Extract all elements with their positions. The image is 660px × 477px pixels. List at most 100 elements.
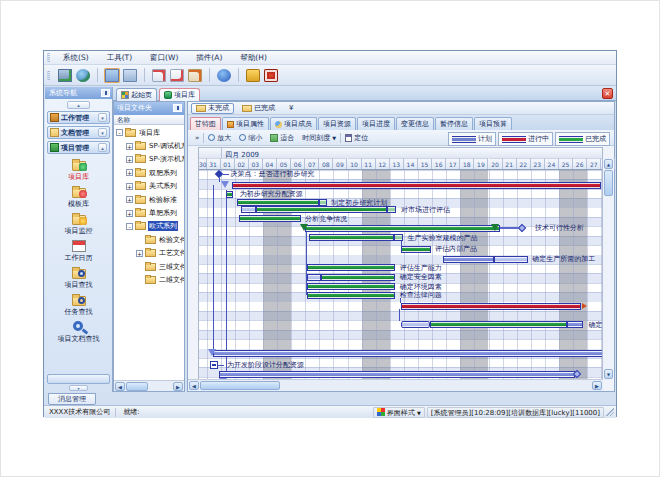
tree-item-6[interactable]: +单肥系列 [114,206,184,219]
gantt-bar[interactable] [307,264,395,271]
tree-item-5[interactable]: +检验标准 [114,193,184,206]
chevron-down-icon[interactable]: ▾ [98,128,107,137]
gantt-tab-1[interactable]: 项目属性 [222,117,269,130]
sidebar-section-1[interactable]: 文档管理▾ [47,126,110,139]
gantt-tab-4[interactable]: 项目进度 [357,117,395,130]
message-management-tab[interactable]: 消息管理 [48,393,96,405]
collapse-icon[interactable]: - [116,129,123,136]
ui-style-button[interactable]: 界面样式 ▼ [373,407,425,418]
gantt-bar[interactable] [226,191,233,198]
gantt-bar[interactable] [387,206,396,213]
scroll-down-icon[interactable]: ▼ [604,369,613,379]
tree-item-9[interactable]: +工艺文件 [114,247,184,260]
menu-item-0[interactable]: 系统(S) [54,53,98,63]
mail-send-icon[interactable] [188,69,202,82]
gantt-tab-6[interactable]: 暂停信息 [435,117,473,130]
sidebar-collapsed-section[interactable] [47,374,110,384]
sidebar-item-5[interactable]: 任务查找 [45,292,112,317]
gantt-bar[interactable] [307,274,321,281]
scroll-right-icon[interactable]: ▶ [592,381,602,390]
scroll-left-icon[interactable]: ◀ [115,382,125,391]
gantt-tab-0[interactable]: 甘特图 [190,117,221,130]
expand-icon[interactable]: + [126,210,133,217]
folder-view-icon[interactable] [123,69,137,82]
doc-tab-1[interactable]: 项目库 [159,88,200,101]
tree-item-2[interactable]: +SP-演示机系 [114,153,184,166]
menu-item-3[interactable]: 插件(A) [187,53,231,63]
gantt-bar[interactable] [305,225,500,232]
sidebar-item-3[interactable]: 工作日历 [45,238,112,263]
milestone-box-icon[interactable] [210,361,218,369]
gantt-bar[interactable] [401,246,431,253]
tree-horizontal-scrollbar[interactable]: ◀ ▶ [114,380,184,391]
tree-item-11[interactable]: 二维文件 [114,273,184,286]
gantt-bar[interactable] [239,215,301,222]
sidebar-section-2[interactable]: 项目管理▴ [47,141,110,154]
tree-item-3[interactable]: +双肥系列 [114,166,184,179]
gantt-bar[interactable] [567,321,583,328]
gantt-tab-5[interactable]: 变更信息 [396,117,434,130]
sidebar-item-4[interactable]: 项目查找 [45,265,112,290]
scroll-right-icon[interactable]: ▶ [173,382,183,391]
toolbar-more-button[interactable]: » [191,134,203,142]
pin-icon[interactable] [101,89,110,97]
gantt-bar[interactable] [430,321,567,328]
sidebar-item-1[interactable]: 模板库 [45,184,112,209]
tree-item-10[interactable]: 三维文件 [114,260,184,273]
sidebar-item-2[interactable]: 项目监控 [45,211,112,236]
gantt-tab-3[interactable]: 项目资源 [318,117,356,130]
scroll-left-icon[interactable]: ◀ [189,381,199,390]
expand-icon[interactable]: + [126,196,133,203]
gantt-chart-body[interactable]: 决策点：是否进行初步研究为初步研究分配资源制定初步研究计划对市场进行评估分析竞争… [198,169,603,380]
sidebar-section-0[interactable]: 工作管理▾ [47,111,110,124]
expand-icon[interactable]: + [126,169,133,176]
milestone-icon[interactable] [215,170,223,178]
expand-icon[interactable]: + [126,143,133,150]
milestone-icon[interactable] [518,224,526,232]
tree-item-1[interactable]: +SP-调试机系 [114,139,184,152]
gantt-bar[interactable] [213,350,603,357]
folder-open-icon[interactable] [105,69,119,82]
gantt-bar[interactable] [443,256,494,263]
zoom-out-button[interactable]: 缩小 [235,133,266,143]
help-icon[interactable] [217,69,231,82]
gantt-bar[interactable] [321,274,396,281]
gantt-bar[interactable] [394,234,403,241]
scroll-thumb[interactable] [604,170,613,196]
gantt-tab-2[interactable]: 项目成员 [270,117,317,130]
gantt-bar[interactable] [319,199,327,206]
locate-button[interactable]: 定位 [341,133,372,143]
lock-icon[interactable] [246,69,260,82]
sidebar-item-0[interactable]: 项目库 [45,157,112,182]
pin-icon[interactable] [173,104,182,112]
chevron-down-icon[interactable]: ▾ [98,113,107,122]
mail-new-icon[interactable] [152,69,166,82]
collapse-icon[interactable]: - [126,223,133,230]
scroll-thumb[interactable] [200,381,280,390]
gantt-bar[interactable] [401,303,581,310]
expand-icon[interactable]: + [126,183,133,190]
sidebar-item-6[interactable]: 项目文档查找 [45,319,112,344]
scroll-thumb[interactable] [126,382,148,391]
resize-grip[interactable] [606,408,614,416]
tree-item-4[interactable]: +美式系列 [114,180,184,193]
menu-item-4[interactable]: 帮助(H) [231,53,276,63]
gantt-bar[interactable] [256,206,387,213]
gantt-bar[interactable] [241,206,256,213]
tree-item-0[interactable]: -项目库 [114,126,184,139]
mail-check-icon[interactable] [170,69,184,82]
gantt-bar[interactable] [401,321,430,328]
menu-item-2[interactable]: 窗口(W) [141,53,187,63]
gantt-bar[interactable] [307,292,395,299]
gantt-vertical-scrollbar[interactable]: ▲ ▼ [602,158,613,380]
zoom-in-button[interactable]: 放大 [204,133,235,143]
chevron-down-icon[interactable]: ▾ [69,385,88,391]
gantt-bar[interactable] [307,283,395,290]
gantt-bar[interactable] [494,256,528,263]
fit-button[interactable]: 适合 [266,133,298,143]
gantt-bar[interactable] [237,199,319,206]
workspace-icon[interactable] [58,69,72,82]
tree-item-7[interactable]: -欧式系列 [114,220,184,233]
expand-icon[interactable]: + [136,250,143,257]
tree-item-8[interactable]: 检验文件 [114,233,184,246]
